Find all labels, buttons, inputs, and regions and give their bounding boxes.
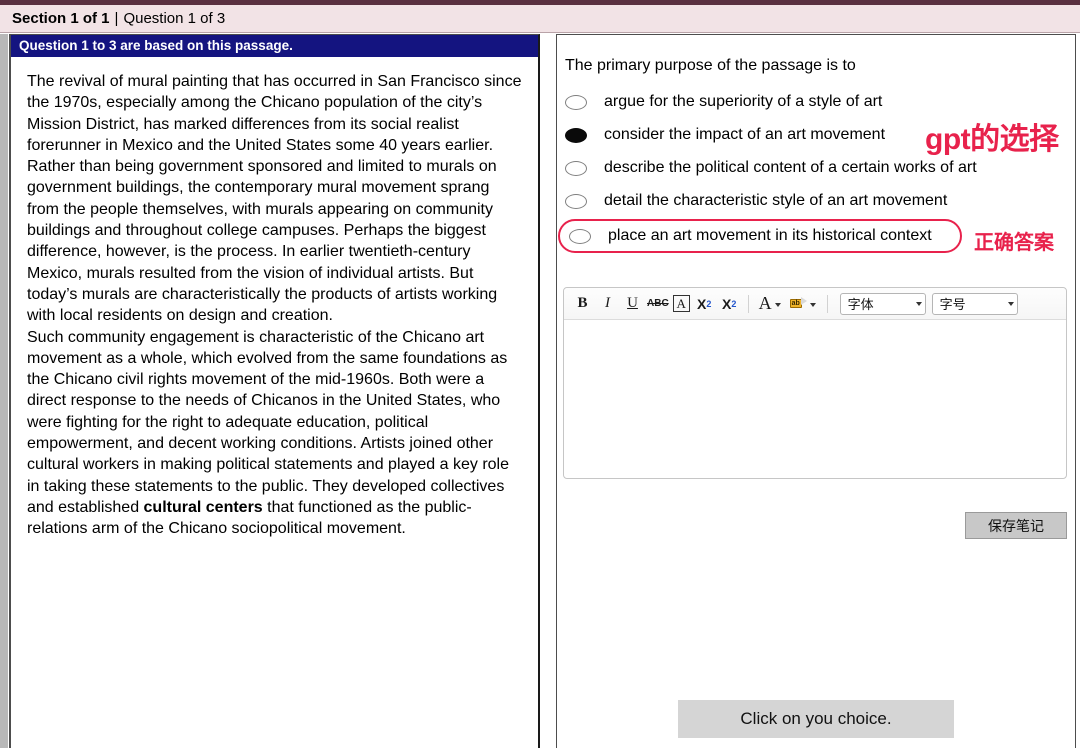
font-size-select[interactable]: 字号	[931, 292, 1018, 315]
radio-oval-icon-c[interactable]	[565, 160, 587, 176]
italic-icon[interactable]: I	[597, 293, 618, 315]
strikethrough-icon[interactable]: ABC	[647, 293, 669, 315]
answer-choice-d[interactable]: detail the characteristic style of an ar…	[557, 186, 1075, 216]
answer-choice-d-label: detail the characteristic style of an ar…	[604, 192, 948, 209]
exam-screen: Section 1 of 1 | Question 1 of 3 Questio…	[0, 0, 1080, 748]
font-family-chevron-down-icon	[915, 301, 922, 306]
radio-oval-icon-a[interactable]	[565, 94, 587, 110]
passage-paragraph-1: The revival of mural painting that has o…	[27, 73, 522, 325]
status-separator: |	[114, 10, 119, 27]
highlighter-chevron-down-icon[interactable]	[809, 302, 816, 307]
passage-header: Question 1 to 3 are based on this passag…	[11, 35, 538, 57]
font-size-chevron-down-icon	[1007, 301, 1014, 306]
answer-choice-c[interactable]: describe the political content of a cert…	[557, 153, 1075, 183]
editor-toolbar: B I U ABC A X2 X2 A ab 字体 字号	[564, 288, 1066, 320]
answer-choice-list: argue for the superiority of a style of …	[557, 87, 1075, 254]
passage-paragraph-2-part-1: Such community engagement is characteris…	[27, 328, 510, 516]
answer-choice-a[interactable]: argue for the superiority of a style of …	[557, 87, 1075, 117]
subscript-mark: 2	[706, 298, 712, 309]
font-color-chevron-down-icon[interactable]	[774, 302, 781, 307]
toolbar-divider-2	[826, 294, 828, 313]
font-color-icon[interactable]: A	[759, 293, 772, 314]
superscript-mark: 2	[731, 298, 737, 309]
superscript-base: X	[721, 295, 732, 312]
click-choice-button[interactable]: Click on you choice.	[678, 700, 954, 738]
passage-body: The revival of mural painting that has o…	[11, 57, 538, 550]
question-stem: The primary purpose of the passage is to	[565, 57, 856, 74]
passage-emphasis-cultural-centers: cultural centers	[143, 498, 263, 516]
font-family-select-value: 字体	[847, 297, 874, 312]
highlighter-icon[interactable]: ab	[789, 296, 807, 311]
save-note-button[interactable]: 保存笔记	[965, 512, 1067, 539]
radio-oval-icon-d[interactable]	[565, 193, 587, 209]
note-editor-textarea[interactable]	[564, 320, 1066, 478]
bold-icon[interactable]: B	[572, 293, 593, 315]
passage-panel: Question 1 to 3 are based on this passag…	[9, 34, 540, 748]
annotation-gpt-choice: gpt的选择	[925, 123, 1059, 156]
radio-oval-icon-e[interactable]	[569, 228, 591, 244]
left-scroll-gutter[interactable]	[0, 34, 8, 748]
subscript-icon[interactable]: X2	[694, 293, 715, 315]
font-family-select[interactable]: 字体	[839, 292, 926, 315]
radio-oval-icon-b-selected[interactable]	[565, 127, 587, 143]
text-border-icon[interactable]: A	[672, 295, 690, 312]
answer-choice-a-label: argue for the superiority of a style of …	[604, 93, 883, 110]
toolbar-divider-1	[747, 294, 749, 313]
question-indicator: Question 1 of 3	[123, 10, 226, 27]
answer-choice-e[interactable]: place an art movement in its historical …	[558, 219, 1054, 254]
highlighter-nib	[800, 296, 807, 305]
status-bar: Section 1 of 1 | Question 1 of 3	[0, 5, 1080, 33]
answer-choice-b[interactable]: consider the impact of an art movement g…	[557, 120, 1075, 156]
font-size-select-value: 字号	[939, 297, 966, 312]
question-panel: The primary purpose of the passage is to…	[556, 34, 1076, 748]
answer-choice-b-label: consider the impact of an art movement	[604, 126, 886, 143]
underline-icon[interactable]: U	[622, 293, 643, 315]
superscript-icon[interactable]: X2	[719, 293, 740, 315]
subscript-base: X	[696, 295, 707, 312]
note-editor: B I U ABC A X2 X2 A ab 字体 字号	[563, 287, 1067, 479]
passage-paragraph-2: Such community engagement is characteris…	[27, 327, 522, 540]
annotation-correct-answer: 正确答案	[974, 232, 1054, 254]
answer-choice-e-label: place an art movement in its historical …	[608, 227, 932, 244]
answer-choice-c-label: describe the political content of a cert…	[604, 159, 977, 176]
section-indicator: Section 1 of 1	[12, 10, 110, 27]
